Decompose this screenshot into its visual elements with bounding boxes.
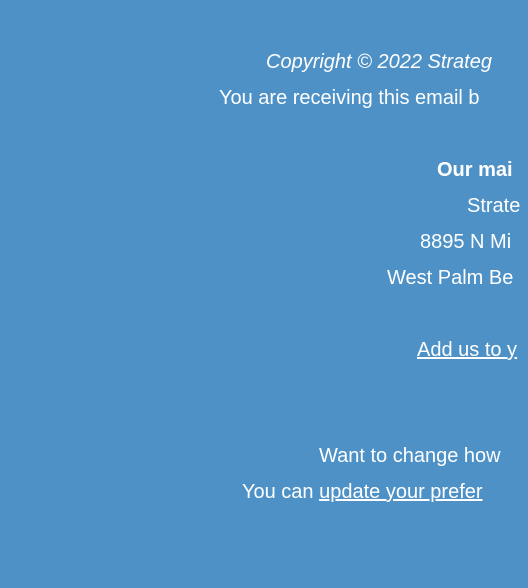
address-company: Strate (467, 195, 521, 217)
copyright-text: Copyright © 2022 Strateg (266, 51, 492, 73)
address-city: West Palm Be (387, 267, 514, 289)
receiving-notice: You are receiving this email b (219, 87, 480, 109)
change-email-prompt: Want to change how (319, 445, 501, 467)
mailing-address-heading: Our mai (437, 159, 513, 181)
address-street: 8895 N Mi (420, 231, 512, 253)
add-to-address-book-link[interactable]: Add us to y (417, 338, 517, 362)
preferences-line: You can update your prefer (242, 480, 483, 504)
update-preferences-link[interactable]: update your prefer (319, 481, 482, 503)
you-can-text: You can (242, 481, 320, 503)
